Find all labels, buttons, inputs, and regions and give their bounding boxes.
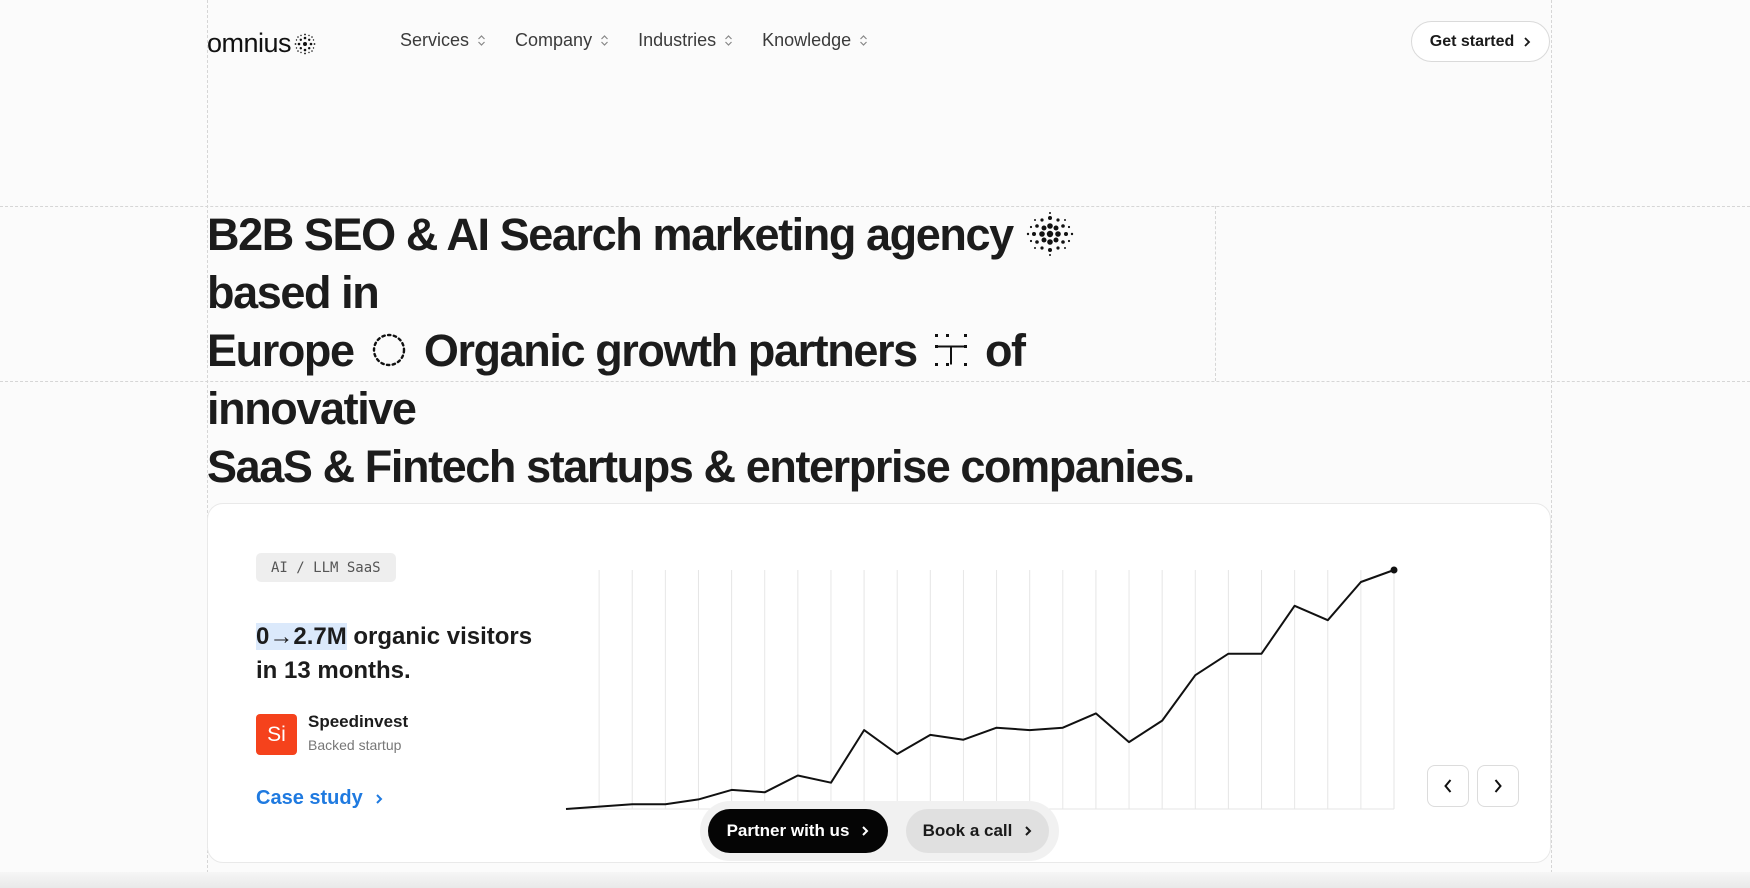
category-tag: AI / LLM SaaS: [256, 553, 396, 582]
case-study-link[interactable]: Case study: [256, 787, 383, 810]
chevron-up-down-icon: [600, 34, 609, 47]
layout-guide: [1551, 0, 1552, 888]
hero-title: B2B SEO & AI Search marketing agency bas…: [207, 206, 1207, 496]
main-nav: Services Company Industries Knowledge: [400, 30, 897, 51]
hero-text: SaaS & Fintech startups & enterprise com…: [207, 441, 1195, 492]
bottom-fade: [0, 872, 1750, 888]
cta-bar: Partner with us Book a call: [700, 801, 1059, 861]
layout-guide: [1215, 206, 1216, 381]
partner-with-us-button[interactable]: Partner with us: [708, 809, 888, 853]
chevron-up-down-icon: [477, 34, 486, 47]
omnius-dots-icon: [294, 33, 316, 54]
nav-knowledge[interactable]: Knowledge: [762, 30, 868, 51]
chevron-right-icon: [1494, 779, 1502, 793]
client-subtitle: Backed startup: [308, 737, 402, 753]
logo[interactable]: omnius: [207, 28, 316, 59]
chart-end-point: [1390, 566, 1398, 574]
book-call-label: Book a call: [922, 821, 1013, 840]
grid-connection-icon: [934, 334, 967, 367]
nav-label: Industries: [638, 30, 717, 50]
next-slide-button[interactable]: [1477, 765, 1519, 807]
book-a-call-button[interactable]: Book a call: [906, 809, 1049, 853]
chevron-right-icon: [376, 793, 383, 804]
chevron-up-down-icon: [724, 34, 733, 47]
chevron-right-icon: [862, 826, 869, 836]
nav-label: Company: [515, 30, 593, 50]
nav-label: Knowledge: [762, 30, 852, 50]
get-started-label: Get started: [1429, 32, 1515, 50]
dot-sphere-icon: [1026, 212, 1074, 257]
dotted-circle-icon: [372, 333, 405, 367]
chevron-left-icon: [1444, 779, 1452, 793]
nav-industries[interactable]: Industries: [638, 30, 733, 51]
chevron-right-icon: [1025, 826, 1032, 836]
nav-services[interactable]: Services: [400, 30, 486, 51]
nav-company[interactable]: Company: [515, 30, 609, 51]
hero-text: B2B SEO & AI Search marketing agency: [207, 209, 1014, 260]
prev-slide-button[interactable]: [1427, 765, 1469, 807]
client-logo: Si: [256, 714, 297, 755]
hero-text: based in: [207, 267, 380, 318]
chevron-up-down-icon: [859, 34, 868, 47]
nav-label: Services: [400, 30, 470, 50]
logo-text: omnius: [207, 28, 292, 58]
stat-highlight: 0→2.7M: [256, 623, 347, 650]
hero-text: Europe: [207, 325, 355, 376]
hero-text: Organic growth partners: [423, 325, 918, 376]
partner-label: Partner with us: [726, 821, 850, 840]
case-stat: 0→2.7M organic visitors in 13 months.: [256, 620, 536, 688]
growth-chart: [565, 566, 1398, 810]
chart-series-line: [565, 569, 1395, 810]
chevron-right-icon: [1524, 36, 1531, 47]
get-started-button[interactable]: Get started: [1411, 21, 1550, 62]
client-name: Speedinvest: [308, 712, 409, 731]
case-study-label: Case study: [256, 787, 363, 809]
